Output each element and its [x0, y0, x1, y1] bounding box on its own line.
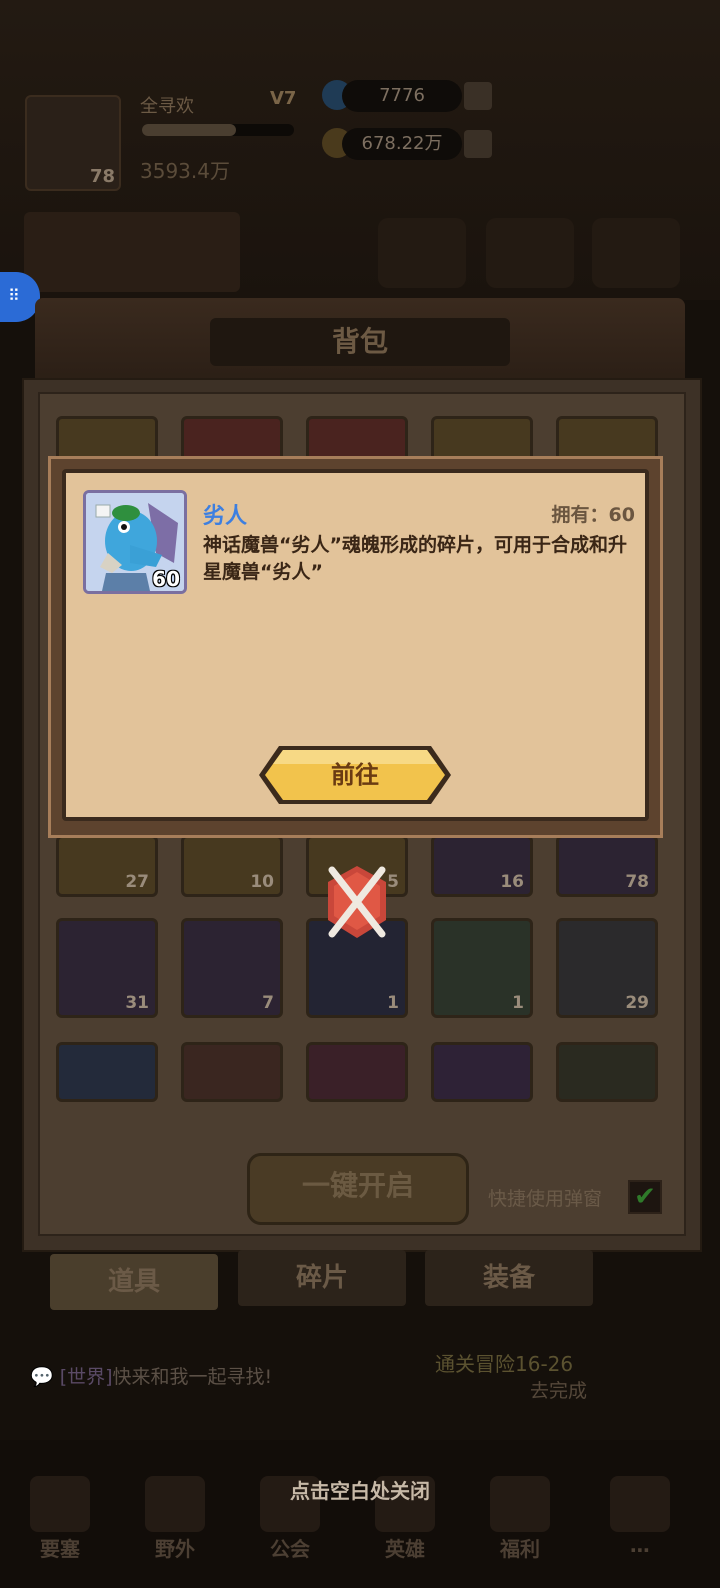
tab-items[interactable]: 道具 — [50, 1254, 218, 1310]
bag-slot[interactable] — [181, 1042, 283, 1102]
add-diamond-button[interactable] — [464, 82, 492, 110]
close-icon[interactable] — [326, 864, 388, 940]
event-icon-3[interactable] — [592, 218, 680, 288]
bag-slot[interactable] — [56, 1042, 158, 1102]
item-count: 31 — [125, 993, 149, 1013]
bag-slot[interactable]: 1 — [431, 918, 533, 1018]
bag-slot[interactable] — [431, 1042, 533, 1102]
open-all-button[interactable]: 一键开启 — [247, 1153, 469, 1225]
bag-title: 背包 — [210, 318, 510, 366]
event-icon-2[interactable] — [486, 218, 574, 288]
chat-icon: 💬 — [30, 1366, 54, 1388]
item-count: 1 — [387, 993, 399, 1013]
item-count: 1 — [512, 993, 524, 1013]
item-count: 5 — [387, 872, 399, 892]
item-count: 7 — [262, 993, 274, 1013]
gold-counter: 678.22万 — [342, 128, 462, 160]
exp-bar — [142, 124, 294, 136]
floating-assist-button[interactable]: ⠿ — [0, 272, 40, 322]
quick-use-label: 快捷使用弹窗 — [488, 1188, 603, 1210]
dots-icon: ⠿ — [8, 286, 20, 305]
tab-equipment[interactable]: 装备 — [425, 1250, 593, 1306]
bag-slot[interactable]: 29 — [556, 918, 658, 1018]
bag-slot[interactable] — [556, 1042, 658, 1102]
add-gold-button[interactable] — [464, 130, 492, 158]
player-name: 全寻欢 — [140, 96, 194, 117]
event-icon-1[interactable] — [378, 218, 466, 288]
item-count: 27 — [125, 872, 149, 892]
goto-button[interactable]: 前往 — [257, 744, 453, 806]
player-level: 78 — [89, 166, 115, 187]
quest-action[interactable]: 去完成 — [530, 1376, 587, 1403]
close-hint[interactable]: 点击空白处关闭 — [0, 1475, 720, 1504]
bag-slot[interactable]: 27 — [56, 835, 158, 897]
item-icon-count: 60 — [152, 567, 180, 591]
chat-message: 快来和我一起寻找! — [112, 1366, 273, 1388]
bag-slot[interactable]: 16 — [431, 835, 533, 897]
vip-badge: V7 — [270, 88, 297, 109]
bag-slot[interactable] — [306, 1042, 408, 1102]
player-avatar[interactable]: 78 — [25, 95, 121, 191]
bag-slot[interactable]: 78 — [556, 835, 658, 897]
bag-slot[interactable]: 10 — [181, 835, 283, 897]
chat-bar[interactable]: 💬 [世界]快来和我一起寻找! — [30, 1362, 272, 1389]
quick-use-checkbox[interactable]: ✔ — [628, 1180, 662, 1214]
bag-slot[interactable]: 7 — [181, 918, 283, 1018]
item-count: 78 — [625, 872, 649, 892]
power-value: 3593.4万 — [140, 159, 230, 183]
item-name: 劣人 — [203, 504, 248, 529]
tab-fragments[interactable]: 碎片 — [238, 1250, 406, 1306]
item-description: 神话魔兽“劣人”魂魄形成的碎片，可用于合成和升星魔兽“劣人” — [203, 534, 627, 583]
item-count: 29 — [625, 993, 649, 1013]
chat-channel: [世界] — [59, 1366, 113, 1388]
quest-name[interactable]: 通关冒险16-26 — [435, 1348, 573, 1377]
bag-slot[interactable]: 31 — [56, 918, 158, 1018]
event-banner[interactable] — [24, 212, 240, 292]
item-count: 10 — [250, 872, 274, 892]
diamond-counter: 7776 — [342, 80, 462, 112]
item-icon: 60 — [83, 490, 187, 594]
owned-count: 拥有：60 — [551, 504, 635, 526]
item-count: 16 — [500, 872, 524, 892]
exp-fill — [142, 124, 237, 136]
